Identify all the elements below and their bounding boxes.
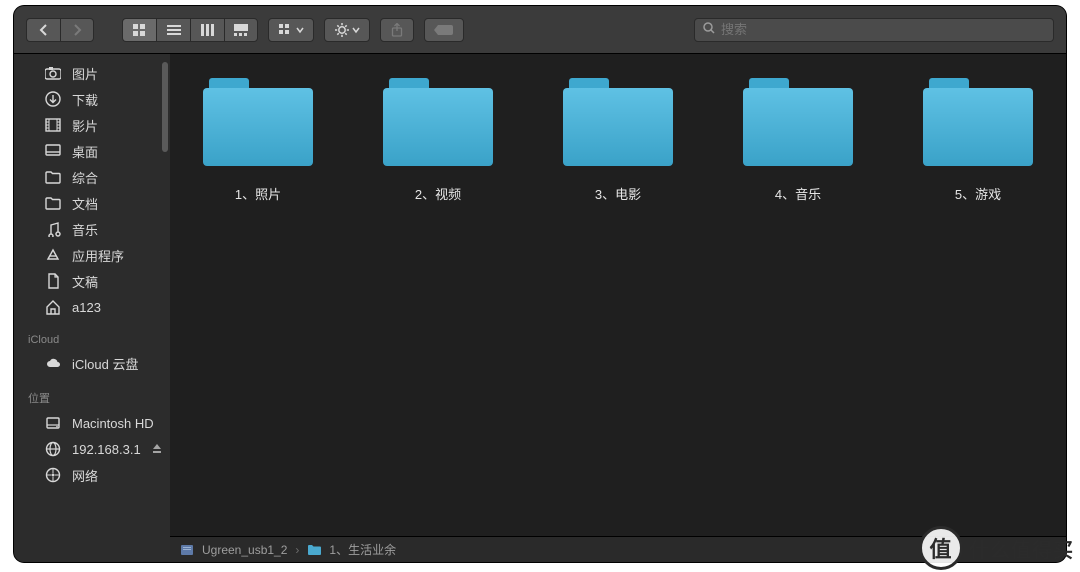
sidebar-item-label: 图片	[72, 64, 98, 83]
icon-grid[interactable]: 1、照片 2、视频 3、电影 4、音乐 5、游戏	[170, 54, 1066, 536]
sidebar-item-label: 影片	[72, 116, 98, 135]
desktop-icon	[44, 142, 62, 160]
sidebar-item[interactable]: 桌面	[14, 138, 170, 164]
sidebar-item[interactable]: 下载	[14, 86, 170, 112]
view-columns-button[interactable]	[190, 18, 224, 42]
view-icons-button[interactable]	[122, 18, 156, 42]
tags-button[interactable]	[424, 18, 464, 42]
sidebar-item[interactable]: 音乐	[14, 216, 170, 242]
sidebar-item[interactable]: 文档	[14, 190, 170, 216]
sidebar-item-label: 桌面	[72, 142, 98, 161]
window-body: 图片下载影片桌面综合文档音乐应用程序文稿 a123 iCloud iCloud 云…	[14, 54, 1066, 562]
content-area: 1、照片 2、视频 3、电影 4、音乐 5、游戏 Ugreen_usb1_2 › 1、生…	[170, 54, 1066, 562]
music-icon	[44, 220, 62, 238]
sidebar-item[interactable]: 网络	[14, 462, 170, 488]
sidebar-item-label: Macintosh HD	[72, 416, 154, 431]
nav-group	[26, 18, 94, 42]
sidebar-heading-icloud: iCloud	[14, 330, 170, 350]
sidebar-item-label: 下载	[72, 90, 98, 109]
sidebar-item[interactable]: 综合	[14, 164, 170, 190]
sidebar-item-label: 192.168.3.1	[72, 442, 141, 457]
view-gallery-button[interactable]	[224, 18, 258, 42]
folder-item[interactable]: 4、音乐	[728, 78, 868, 203]
sidebar-item-label: a123	[72, 300, 101, 315]
path-root[interactable]: Ugreen_usb1_2	[202, 543, 287, 557]
sidebar-item[interactable]: iCloud 云盘	[14, 350, 170, 376]
sidebar-item-label: 文档	[72, 194, 98, 213]
action-button[interactable]	[324, 18, 370, 42]
arrange-button[interactable]	[268, 18, 314, 42]
film-icon	[44, 116, 62, 134]
folder-item[interactable]: 3、电影	[548, 78, 688, 203]
folder-icon	[44, 168, 62, 186]
sidebar-item[interactable]: 文稿	[14, 268, 170, 294]
eject-icon[interactable]	[151, 442, 163, 457]
search-input[interactable]	[721, 22, 1045, 37]
watermark: 值 什么值得买	[919, 526, 1074, 570]
sidebar-item-label: 文稿	[72, 272, 98, 291]
cloud-icon	[44, 354, 62, 372]
watermark-badge: 值	[919, 526, 963, 570]
sidebar-heading-locations: 位置	[14, 386, 170, 410]
sidebar-item[interactable]: 影片	[14, 112, 170, 138]
download-icon	[44, 90, 62, 108]
apps-icon	[44, 246, 62, 264]
folder-icon	[203, 78, 313, 166]
share-button[interactable]	[380, 18, 414, 42]
view-list-button[interactable]	[156, 18, 190, 42]
folder-icon	[923, 78, 1033, 166]
folder-icon	[44, 194, 62, 212]
toolbar	[14, 6, 1066, 54]
sidebar-item[interactable]: 应用程序	[14, 242, 170, 268]
globe-icon	[44, 440, 62, 458]
sidebar: 图片下载影片桌面综合文档音乐应用程序文稿 a123 iCloud iCloud 云…	[14, 54, 170, 562]
gear-icon	[335, 23, 349, 37]
folder-item[interactable]: 5、游戏	[908, 78, 1048, 203]
view-mode-group	[122, 18, 258, 42]
finder-window: 图片下载影片桌面综合文档音乐应用程序文稿 a123 iCloud iCloud 云…	[14, 6, 1066, 562]
sidebar-item-label: 综合	[72, 168, 98, 187]
folder-label: 2、视频	[368, 184, 508, 203]
sidebar-item[interactable]: 图片	[14, 60, 170, 86]
back-button[interactable]	[26, 18, 60, 42]
tag-icon	[434, 24, 454, 36]
forward-button[interactable]	[60, 18, 94, 42]
disk-icon	[44, 414, 62, 432]
folder-label: 1、照片	[188, 184, 328, 203]
sidebar-item-label: 网络	[72, 466, 98, 485]
folder-item[interactable]: 2、视频	[368, 78, 508, 203]
folder-icon	[743, 78, 853, 166]
chevron-right-icon: ›	[295, 543, 299, 557]
folder-icon	[383, 78, 493, 166]
folder-item[interactable]: 1、照片	[188, 78, 328, 203]
sidebar-item-label: iCloud 云盘	[72, 354, 138, 373]
sidebar-item-label: 音乐	[72, 220, 98, 239]
folder-label: 3、电影	[548, 184, 688, 203]
search-icon	[703, 21, 715, 39]
camera-icon	[44, 64, 62, 82]
sidebar-item[interactable]: Macintosh HD	[14, 410, 170, 436]
sidebar-item[interactable]: 192.168.3.1	[14, 436, 170, 462]
network-icon	[44, 466, 62, 484]
server-icon	[180, 543, 194, 557]
home-icon	[44, 298, 62, 316]
search-field[interactable]	[694, 18, 1054, 42]
folder-icon	[563, 78, 673, 166]
folder-label: 5、游戏	[908, 184, 1048, 203]
sidebar-item[interactable]: a123	[14, 294, 170, 320]
path-current[interactable]: 1、生活业余	[329, 541, 396, 558]
folder-label: 4、音乐	[728, 184, 868, 203]
share-icon	[391, 23, 403, 37]
folder-icon	[307, 543, 321, 557]
doc-icon	[44, 272, 62, 290]
watermark-text: 什么值得买	[969, 534, 1074, 563]
sidebar-item-label: 应用程序	[72, 246, 124, 265]
